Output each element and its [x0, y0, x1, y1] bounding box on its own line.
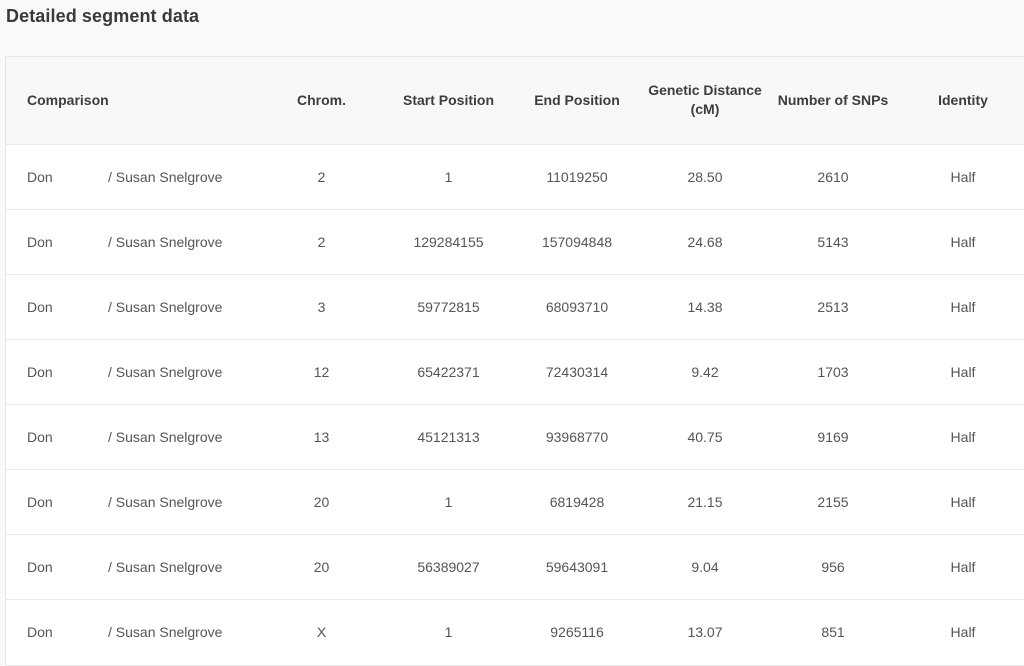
cell-end-position: 6819428: [549, 493, 605, 510]
segment-table-card: Comparison Chrom. Start Position End Pos…: [5, 56, 1024, 666]
cell-number-of-snps: 851: [821, 623, 845, 640]
cell-comparison: Don / Susan Snelgrove: [6, 599, 266, 664]
cell-number-of-snps: 1703: [817, 363, 849, 380]
person-b-name: / Susan Snelgrove: [108, 428, 223, 445]
cell-chrom: 20: [313, 558, 330, 575]
table-header: Comparison Chrom. Start Position End Pos…: [6, 57, 1024, 144]
cell-chrom: 12: [313, 363, 330, 380]
person-a-name: Don: [27, 233, 53, 250]
person-b-name: / Susan Snelgrove: [108, 363, 223, 380]
cell-start-position: 59772815: [417, 298, 480, 315]
page-title: Detailed segment data: [6, 6, 200, 26]
cell-number-of-snps: 2513: [817, 298, 849, 315]
cell-chrom: 2: [317, 233, 326, 250]
person-a-name: Don: [27, 363, 53, 380]
cell-genetic-distance: 9.42: [691, 363, 719, 380]
cell-identity: Half: [950, 428, 976, 445]
cell-genetic-distance: 9.04: [691, 558, 719, 575]
cell-number-of-snps: 956: [821, 558, 845, 575]
cell-end-position: 93968770: [545, 428, 609, 445]
cell-genetic-distance: 13.07: [687, 623, 723, 640]
cell-number-of-snps: 2610: [817, 168, 849, 185]
table-row: Don / Susan Snelgrove 13 45121313 93968770 40…: [6, 404, 1024, 469]
cell-comparison: Don / Susan Snelgrove: [6, 534, 266, 599]
cell-start-position: 129284155: [413, 233, 484, 250]
cell-identity: Half: [950, 233, 976, 250]
cell-genetic-distance: 14.38: [687, 298, 723, 315]
table-body: Don / Susan Snelgrove 2 1 11019250 28.50 2610 H…: [6, 144, 1024, 664]
cell-end-position: 11019250: [546, 168, 608, 185]
person-a-name: Don: [27, 168, 53, 185]
person-a-name: Don: [27, 493, 53, 510]
table-row: Don / Susan Snelgrove 20 1 6819428 21.15 2155 H…: [6, 469, 1024, 534]
table-row: Don / Susan Snelgrove 2 1 11019250 28.50 2610 H…: [6, 144, 1024, 209]
cell-start-position: 1: [444, 623, 453, 640]
person-b-name: / Susan Snelgrove: [108, 168, 223, 185]
header-identity[interactable]: Identity: [890, 57, 1024, 144]
person-b-name: / Susan Snelgrove: [108, 558, 223, 575]
header-end-position[interactable]: End Position: [520, 57, 634, 144]
header-genetic-distance[interactable]: Genetic Distance (cM): [634, 57, 776, 144]
cell-chrom: 20: [313, 493, 330, 510]
cell-chrom: 3: [317, 298, 326, 315]
cell-identity: Half: [950, 363, 976, 380]
table-row: Don / Susan Snelgrove X 1 9265116 13.07 851 Hal…: [6, 599, 1024, 664]
header-genetic-distance-line2: (cM): [690, 101, 720, 118]
cell-identity: Half: [950, 623, 976, 640]
cell-comparison: Don / Susan Snelgrove: [6, 469, 266, 534]
cell-start-position: 1: [444, 168, 453, 185]
person-a-name: Don: [27, 428, 53, 445]
cell-chrom: 13: [313, 428, 330, 445]
cell-comparison: Don / Susan Snelgrove: [6, 209, 266, 274]
person-b-name: / Susan Snelgrove: [108, 298, 223, 315]
cell-identity: Half: [950, 493, 976, 510]
cell-number-of-snps: 5143: [817, 233, 849, 250]
person-b-name: / Susan Snelgrove: [108, 493, 223, 510]
header-row: Comparison Chrom. Start Position End Pos…: [6, 57, 1024, 144]
header-number-of-snps[interactable]: Number of SNPs: [776, 57, 890, 144]
cell-chrom: 2: [317, 168, 326, 185]
cell-comparison: Don / Susan Snelgrove: [6, 144, 266, 209]
person-a-name: Don: [27, 558, 53, 575]
cell-end-position: 59643091: [545, 558, 609, 575]
cell-end-position: 157094848: [541, 233, 613, 250]
table-row: Don / Susan Snelgrove 3 59772815 68093710 14.…: [6, 274, 1024, 339]
cell-number-of-snps: 9169: [817, 428, 849, 445]
cell-end-position: 72430314: [545, 363, 609, 380]
cell-start-position: 45121313: [417, 428, 480, 445]
cell-end-position: 68093710: [545, 298, 609, 315]
person-b-name: / Susan Snelgrove: [108, 233, 223, 250]
cell-genetic-distance: 24.68: [687, 233, 723, 250]
header-comparison[interactable]: Comparison: [6, 57, 266, 144]
cell-comparison: Don / Susan Snelgrove: [6, 274, 266, 339]
person-b-name: / Susan Snelgrove: [108, 623, 223, 640]
cell-chrom: X: [316, 623, 327, 640]
cell-start-position: 1: [444, 493, 453, 510]
cell-start-position: 65422371: [417, 363, 480, 380]
cell-identity: Half: [950, 558, 976, 575]
person-a-name: Don: [27, 623, 53, 640]
cell-genetic-distance: 21.15: [687, 493, 723, 510]
cell-identity: Half: [950, 298, 976, 315]
cell-end-position: 9265116: [550, 623, 604, 640]
table-row: Don / Susan Snelgrove 12 65422371 72430314 9.…: [6, 339, 1024, 404]
header-chrom[interactable]: Chrom.: [266, 57, 377, 144]
header-genetic-distance-line1: Genetic Distance: [648, 82, 762, 99]
table-row: Don / Susan Snelgrove 20 56389027 59643091 9.…: [6, 534, 1024, 599]
cell-identity: Half: [950, 168, 976, 185]
table-row: Don / Susan Snelgrove 2 129284155 157094848 2…: [6, 209, 1024, 274]
cell-number-of-snps: 2155: [817, 493, 849, 510]
cell-comparison: Don / Susan Snelgrove: [6, 404, 266, 469]
cell-comparison: Don / Susan Snelgrove: [6, 339, 266, 404]
segment-table: Comparison Chrom. Start Position End Pos…: [6, 57, 1024, 664]
cell-start-position: 56389027: [417, 558, 480, 575]
cell-genetic-distance: 28.50: [687, 168, 723, 185]
person-a-name: Don: [27, 298, 53, 315]
cell-genetic-distance: 40.75: [687, 428, 723, 445]
header-start-position[interactable]: Start Position: [377, 57, 520, 144]
